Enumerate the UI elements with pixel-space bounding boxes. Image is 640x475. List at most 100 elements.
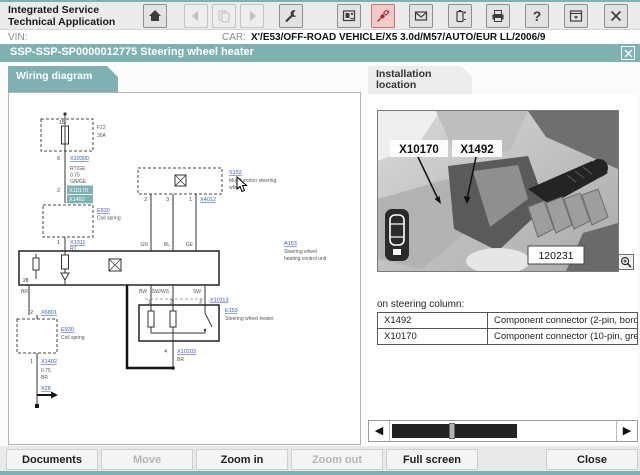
workshop-button[interactable]: [279, 4, 303, 28]
connector-link[interactable]: X4012: [200, 197, 216, 203]
main-toolbar: Integrated Service Technical Application: [0, 2, 640, 30]
svg-text:SW/WS: SW/WS: [152, 289, 170, 295]
svg-text:BW: BW: [139, 289, 147, 295]
wiring-diagram: 15 F22 30A 6 X10300 RT/GE 0.75 GN/GE 2 X…: [16, 112, 327, 408]
scroll-thumb[interactable]: [449, 423, 455, 439]
vehicle-bar: VIN: CAR: X'/E53/OFF-ROAD VEHICLE/X5 3.0…: [0, 31, 640, 44]
session-pages-button[interactable]: [212, 4, 236, 28]
svg-text:1: 1: [189, 197, 192, 203]
full-screen-button[interactable]: Full screen: [386, 449, 478, 470]
location-caption: on steering column:: [377, 299, 465, 310]
ground-arrow: [37, 391, 58, 399]
scroll-right-button[interactable]: ▶: [616, 421, 637, 441]
component-symbol: [174, 174, 187, 187]
back-icon: [192, 11, 198, 21]
table-row[interactable]: X1492 Component connector (2-pin, bordea…: [378, 313, 637, 329]
connector-table: X1492 Component connector (2-pin, bordea…: [377, 312, 638, 345]
svg-text:15: 15: [59, 120, 65, 126]
svg-text:Steering wheel heater: Steering wheel heater: [225, 316, 274, 322]
installation-photo-image: X10170 X1492 120231: [378, 111, 618, 274]
wrench-icon: [285, 10, 297, 23]
session-pages-icon: [218, 10, 230, 23]
zoom-out-button[interactable]: Zoom out: [291, 449, 383, 470]
svg-text:BR: BR: [21, 289, 28, 295]
svg-text:0.75: 0.75: [70, 173, 80, 179]
svg-text:1: 1: [57, 240, 60, 246]
close-icon: [610, 10, 622, 22]
svg-text:GN/GE: GN/GE: [70, 179, 87, 185]
minimize-window-icon: [569, 10, 583, 22]
coil-spring-lower-box: [16, 318, 58, 354]
svg-text:BR: BR: [41, 375, 48, 381]
home-icon: [149, 10, 161, 21]
connector-icon: [377, 9, 390, 22]
move-button[interactable]: Move: [101, 449, 193, 470]
table-row[interactable]: X10170 Component connector (10-pin, gree…: [378, 329, 637, 345]
svg-text:SW: SW: [193, 289, 201, 295]
car-label: CAR:: [222, 32, 246, 43]
svg-text:GE: GE: [186, 242, 194, 248]
horizontal-scrollbar[interactable]: ◀ ▶: [368, 420, 638, 442]
photo-label-a: X10170: [399, 144, 439, 156]
svg-text:heating control unit: heating control unit: [284, 256, 327, 262]
document-close-button[interactable]: [621, 46, 635, 60]
svg-text:GN: GN: [141, 242, 149, 248]
car-value: X'/E53/OFF-ROAD VEHICLE/X5 3.0d/M57/AUTO…: [251, 32, 546, 43]
svg-text:2: 2: [30, 310, 33, 316]
zoom-in-button[interactable]: Zoom in: [196, 449, 288, 470]
component-link[interactable]: E930: [97, 208, 110, 214]
svg-text:0.75: 0.75: [41, 368, 51, 374]
connection-button[interactable]: [371, 4, 395, 28]
svg-text:Coil spring: Coil spring: [61, 335, 85, 341]
connector-link[interactable]: X1311: [70, 240, 86, 246]
diagnosis-device-button[interactable]: [337, 4, 361, 28]
forward-icon: [250, 11, 256, 21]
photo-id: 120231: [538, 250, 573, 262]
connector-link[interactable]: X10113: [210, 298, 229, 304]
documents-button[interactable]: Documents: [6, 449, 98, 470]
installation-panel: X10170 X1492 120231 on steering column: …: [368, 94, 638, 445]
ground-link[interactable]: X28: [41, 386, 51, 392]
battery-button[interactable]: [448, 4, 472, 28]
minimize-window-button[interactable]: [564, 4, 588, 28]
heater-internals: [147, 305, 213, 341]
app-window: Integrated Service Technical Application: [0, 0, 640, 475]
forward-button[interactable]: [240, 4, 264, 28]
connector-name: X10170: [378, 329, 488, 344]
svg-text:Coil spring: Coil spring: [97, 216, 121, 222]
connector-link[interactable]: X10203: [177, 349, 196, 355]
installation-photo: X10170 X1492 120231: [377, 110, 619, 274]
component-link[interactable]: E153: [225, 308, 238, 314]
connector-link[interactable]: X1492: [41, 359, 57, 365]
svg-text:X1492: X1492: [69, 197, 85, 203]
component-link[interactable]: A153: [284, 241, 297, 247]
wire-end: [35, 404, 39, 408]
scroll-left-button[interactable]: ◀: [369, 421, 390, 441]
back-button[interactable]: [184, 4, 208, 28]
home-button[interactable]: [143, 4, 167, 28]
close-icon: [624, 49, 632, 57]
svg-text:BR: BR: [177, 357, 184, 363]
svg-text:RT/GE: RT/GE: [70, 166, 86, 172]
tab-wiring-diagram[interactable]: Wiring diagram: [8, 66, 118, 92]
app-close-button[interactable]: [604, 4, 628, 28]
svg-text:4: 4: [164, 349, 167, 355]
connector-link[interactable]: X10300: [70, 156, 89, 162]
tab-installation-location[interactable]: Installation location: [368, 66, 472, 94]
help-icon: ?: [532, 8, 542, 24]
car-position-icon: [385, 209, 409, 261]
magnifier-icon: [621, 257, 632, 268]
app-title-line1: Integrated Service: [8, 4, 100, 16]
close-button[interactable]: Close: [546, 449, 638, 470]
component-link[interactable]: E930: [61, 327, 74, 333]
svg-text:2: 2: [57, 188, 60, 194]
tab-wiring-diagram-label: Wiring diagram: [16, 70, 93, 82]
connector-desc: Component connector (10-pin, green): [494, 331, 637, 342]
help-button[interactable]: ?: [525, 4, 549, 28]
mail-icon: [414, 11, 428, 21]
photo-zoom-button[interactable]: [618, 254, 634, 270]
tab-installation-label-line2: location: [376, 79, 417, 91]
print-button[interactable]: [486, 4, 510, 28]
mail-button[interactable]: [409, 4, 433, 28]
connector-link[interactable]: X6801: [41, 310, 57, 316]
